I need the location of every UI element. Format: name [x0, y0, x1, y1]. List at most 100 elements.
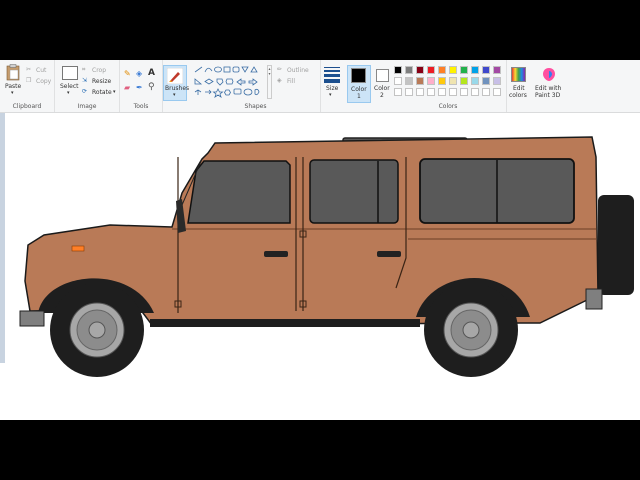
- copy-label: Copy: [36, 78, 52, 85]
- cut-label: Cut: [36, 67, 47, 74]
- letterbox-top: [0, 0, 640, 60]
- color-swatch[interactable]: [394, 88, 402, 96]
- cut-button[interactable]: ✂ Cut: [26, 66, 52, 75]
- color-swatch[interactable]: [449, 77, 457, 85]
- front-wheel: [50, 283, 144, 377]
- side-sill: [150, 319, 420, 327]
- resize-icon: ⇲: [82, 77, 88, 84]
- color-swatch[interactable]: [416, 88, 424, 96]
- front-bumper: [19, 310, 45, 327]
- paste-button[interactable]: Paste ▾: [3, 64, 23, 98]
- copy-icon: ❐: [26, 77, 32, 84]
- color1-button[interactable]: Color 1: [347, 65, 371, 103]
- color-picker-icon[interactable]: ✒: [136, 83, 143, 92]
- side-indicator: [71, 245, 85, 252]
- magnifier-icon[interactable]: ⚲: [148, 82, 155, 92]
- color-swatch[interactable]: [427, 88, 435, 96]
- clipboard-icon: [6, 64, 20, 81]
- chevron-down-icon: ▾: [173, 92, 176, 98]
- color-swatch[interactable]: [482, 77, 490, 85]
- middle-window: [309, 159, 399, 224]
- color-swatch[interactable]: [460, 88, 468, 96]
- color-swatch[interactable]: [438, 66, 446, 74]
- paint3d-label-2: Paint 3D: [535, 92, 561, 99]
- vehicle-drawing: [19, 136, 634, 377]
- shapes-gallery[interactable]: [193, 65, 273, 99]
- front-window: [187, 160, 291, 224]
- color-swatch[interactable]: [438, 77, 446, 85]
- rotate-icon: ⟳: [82, 88, 88, 95]
- color-swatch[interactable]: [405, 88, 413, 96]
- color-swatch[interactable]: [394, 77, 402, 85]
- paste-label: Paste: [5, 83, 22, 90]
- color2-number: 2: [380, 92, 384, 99]
- color-swatch[interactable]: [394, 66, 402, 74]
- letterbox-bottom: [0, 420, 640, 480]
- outline-label: Outline: [287, 67, 309, 74]
- clipboard-group: Paste ▾ ✂ Cut ❐ Copy Clipboard: [0, 60, 55, 112]
- outline-icon: ✏: [277, 66, 283, 73]
- color-swatch[interactable]: [427, 66, 435, 74]
- color-swatch[interactable]: [449, 66, 457, 74]
- brushes-button[interactable]: Brushes ▾: [163, 65, 190, 101]
- chevron-down-icon: ▾: [329, 92, 332, 98]
- pencil-icon[interactable]: ✎: [124, 69, 131, 78]
- fill-button[interactable]: ◈ Fill: [277, 77, 317, 86]
- color-swatch[interactable]: [482, 66, 490, 74]
- color1-label: Color: [351, 86, 367, 93]
- color-swatch[interactable]: [405, 66, 413, 74]
- color-swatch[interactable]: [471, 66, 479, 74]
- color-palette: [394, 66, 506, 98]
- color-swatch[interactable]: [493, 88, 501, 96]
- brush-icon: [167, 68, 183, 84]
- color1-swatch: [351, 68, 366, 83]
- size-button[interactable]: Size ▾: [321, 65, 343, 103]
- color-swatch[interactable]: [482, 88, 490, 96]
- copy-button[interactable]: ❐ Copy: [26, 77, 52, 86]
- shapes-scroll[interactable]: ▴ ▾: [267, 65, 272, 99]
- color-swatch[interactable]: [471, 77, 479, 85]
- rotate-button[interactable]: ⟳ Rotate ▾: [82, 88, 118, 97]
- crop-icon: ⌗: [82, 66, 86, 73]
- chevron-down-icon: ▾: [11, 90, 14, 96]
- resize-button[interactable]: ⇲ Resize: [82, 77, 118, 86]
- text-tool-icon[interactable]: A: [148, 68, 155, 78]
- outline-button[interactable]: ✏ Outline: [277, 66, 317, 75]
- color-swatch[interactable]: [460, 77, 468, 85]
- rear-wheel: [424, 283, 518, 377]
- colors-group-label: Colors: [438, 103, 458, 110]
- edit-colors-button[interactable]: Edit colors: [508, 65, 530, 105]
- crop-button[interactable]: ⌗ Crop: [82, 66, 118, 75]
- tools-group-label: Tools: [133, 103, 149, 110]
- color2-label: Color: [374, 85, 390, 92]
- color-swatch[interactable]: [493, 66, 501, 74]
- edit-with-paint3d-button[interactable]: Edit with Paint 3D: [534, 65, 564, 105]
- shapes-group: ▴ ▾ ✏ Outline ◈ Fill Shapes: [191, 60, 321, 112]
- rotate-label: Rotate: [92, 89, 112, 96]
- color-swatch[interactable]: [416, 77, 424, 85]
- color-swatch[interactable]: [416, 66, 424, 74]
- line-width-icon: [324, 67, 340, 83]
- rear-bumper: [585, 288, 603, 310]
- color-swatch[interactable]: [427, 77, 435, 85]
- select-label: Select: [60, 83, 79, 90]
- brushes-label: Brushes: [165, 85, 190, 92]
- edit-colors-label-2: colors: [509, 92, 527, 99]
- select-button[interactable]: Select ▾: [58, 66, 80, 100]
- color-swatch[interactable]: [449, 88, 457, 96]
- paint-window: Paste ▾ ✂ Cut ❐ Copy Clipboard Select ▾ …: [0, 0, 640, 480]
- chevron-down-icon: ▾: [67, 90, 70, 96]
- eraser-icon[interactable]: ▰: [124, 83, 130, 92]
- ribbon-toolbar: Paste ▾ ✂ Cut ❐ Copy Clipboard Select ▾ …: [0, 60, 640, 113]
- image-group: Select ▾ ⌗ Crop ⇲ Resize ⟳ Rotate ▾ Imag…: [55, 60, 120, 112]
- color-swatch[interactable]: [460, 66, 468, 74]
- color2-swatch: [376, 69, 389, 82]
- fill-bucket-icon[interactable]: ◈: [136, 69, 142, 78]
- paint3d-icon: [543, 68, 555, 81]
- spare-tire: [598, 195, 634, 295]
- color-swatch[interactable]: [438, 88, 446, 96]
- color-swatch[interactable]: [493, 77, 501, 85]
- color-swatch[interactable]: [471, 88, 479, 96]
- color-swatch[interactable]: [405, 77, 413, 85]
- rainbow-icon: [511, 67, 526, 82]
